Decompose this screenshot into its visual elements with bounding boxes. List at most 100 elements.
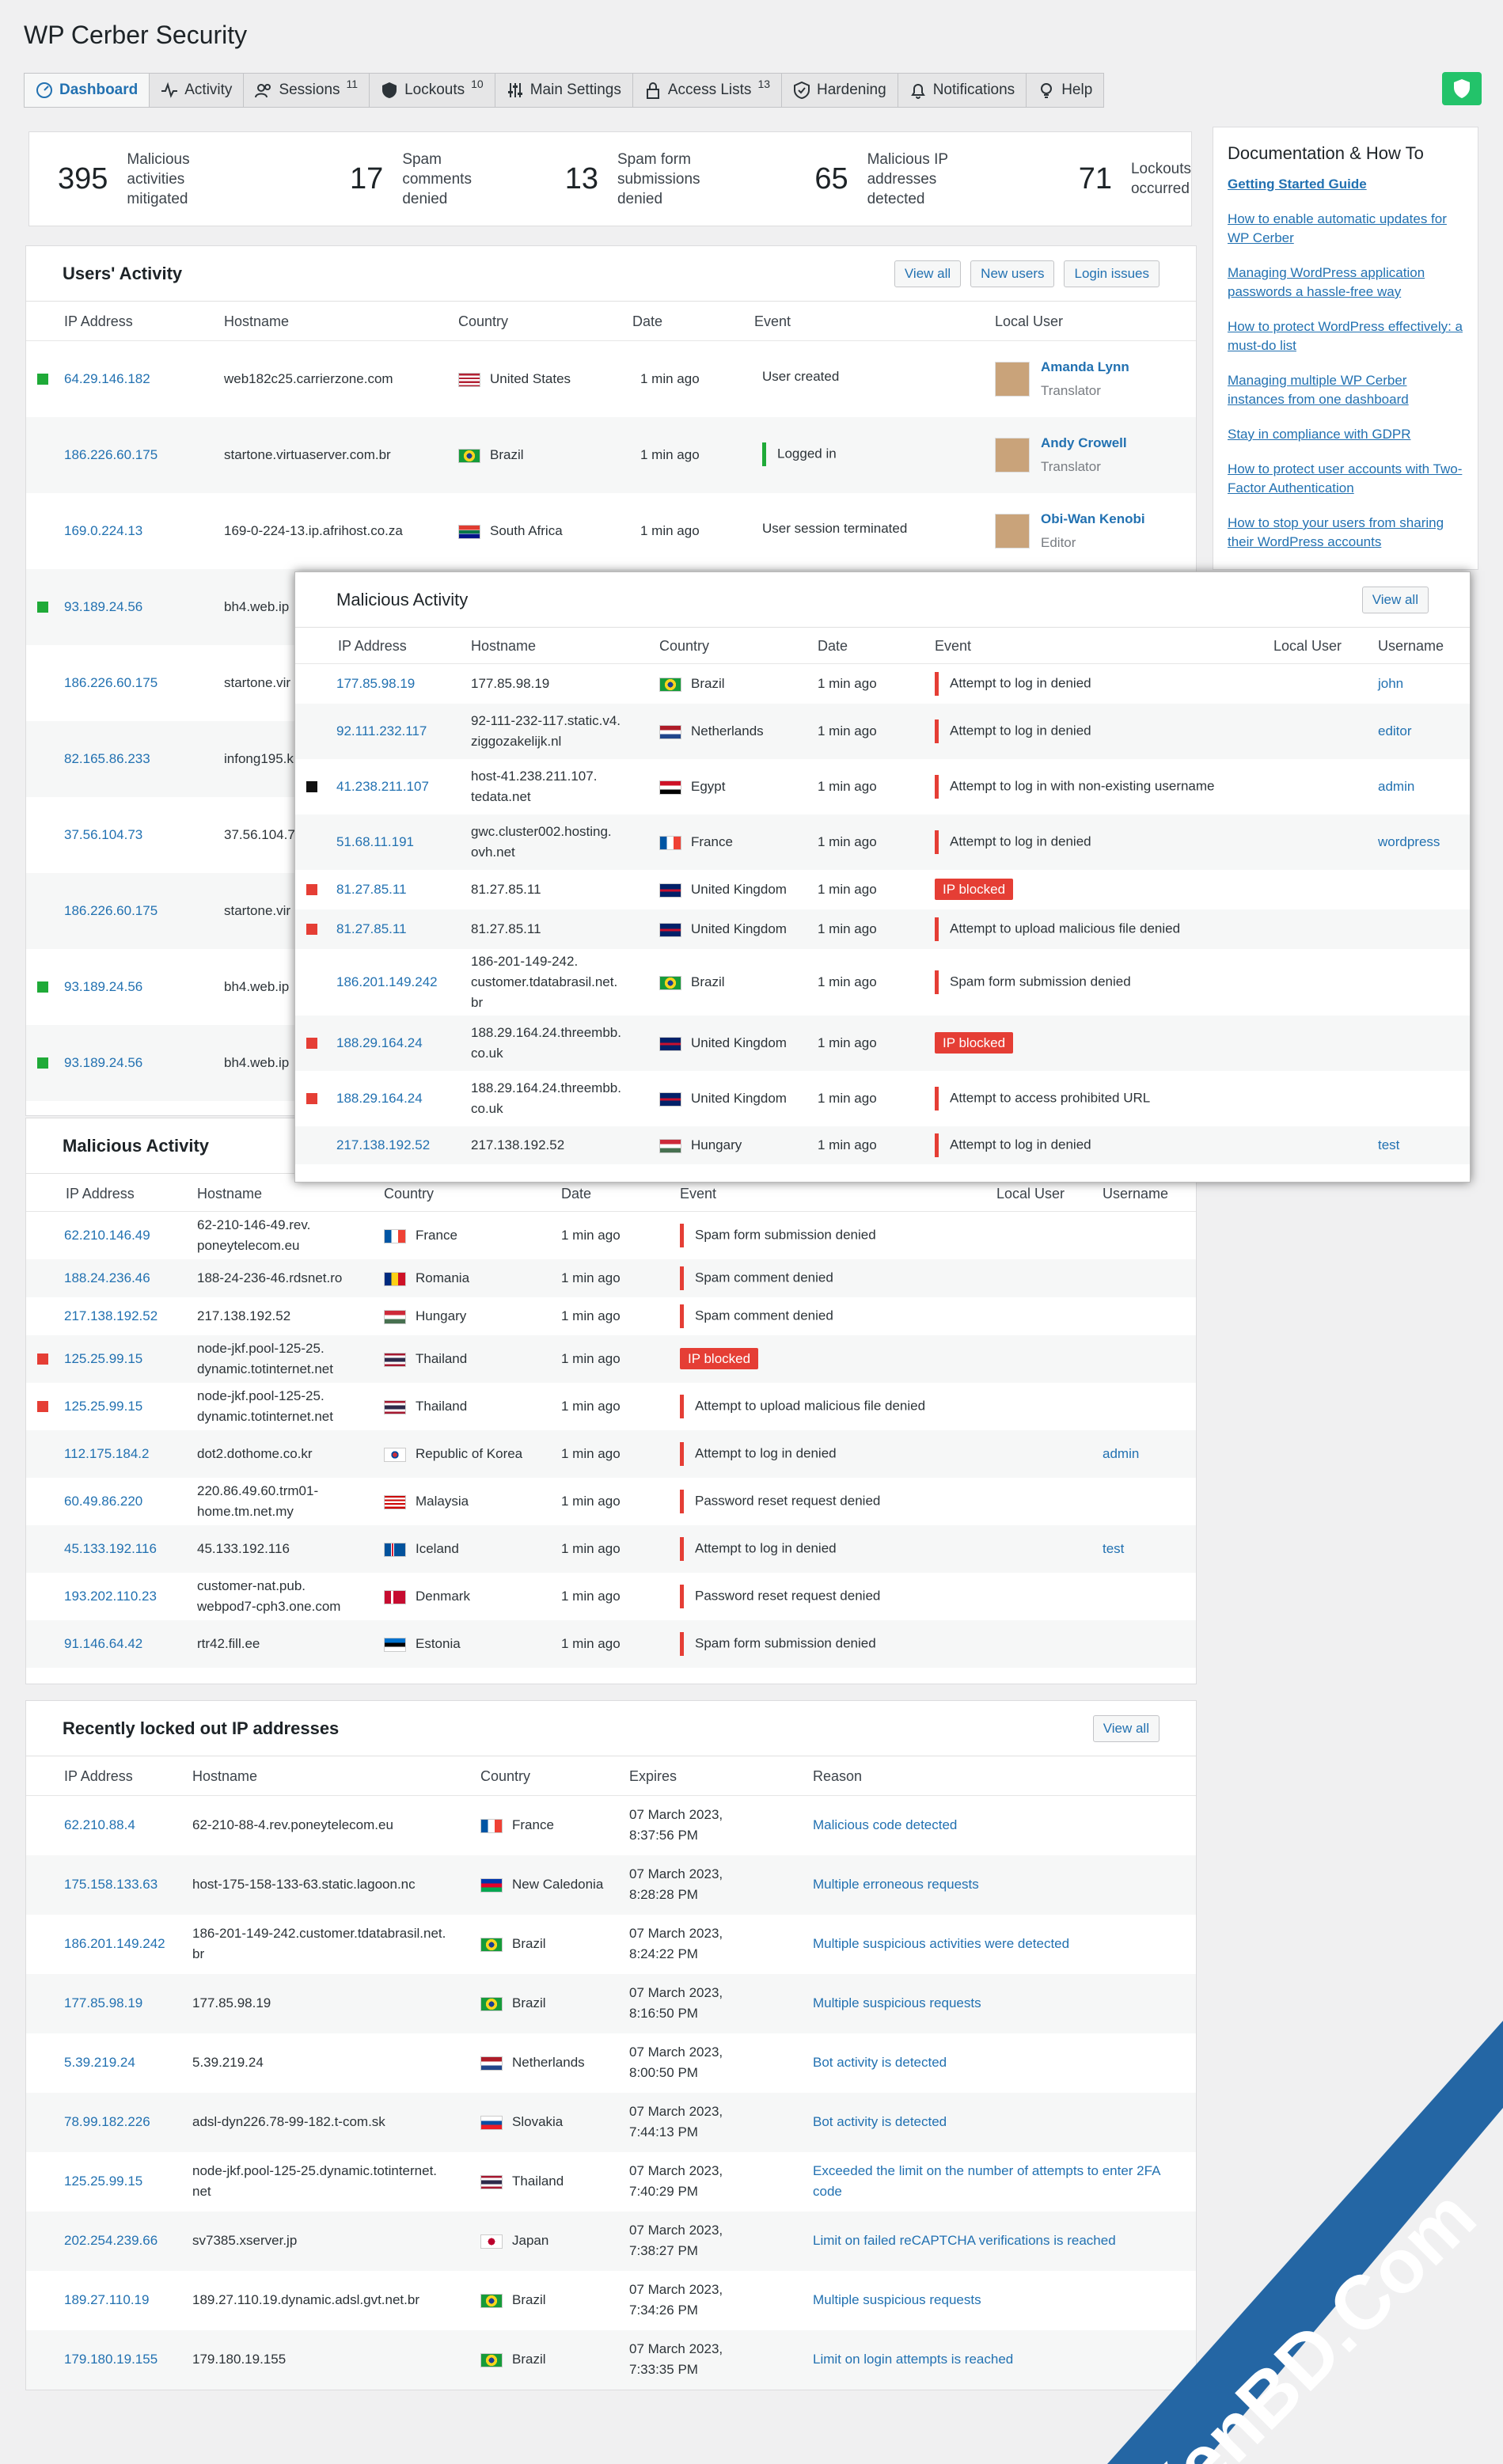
ip-link[interactable]: 125.25.99.15 <box>64 1396 142 1417</box>
ip-link[interactable]: 5.39.219.24 <box>64 2052 135 2073</box>
ip-link[interactable]: 188.29.164.24 <box>336 1088 423 1109</box>
ip-link[interactable]: 186.226.60.175 <box>64 445 158 465</box>
event-bar <box>680 1632 684 1656</box>
ip-link[interactable]: 81.27.85.11 <box>336 919 407 940</box>
tab-sessions[interactable]: Sessions 11 <box>243 73 370 108</box>
tab-help[interactable]: Help <box>1026 73 1105 108</box>
ip-link[interactable]: 93.189.24.56 <box>64 1053 142 1073</box>
ip-link[interactable]: 188.29.164.24 <box>336 1033 423 1054</box>
tab-dashboard[interactable]: Dashboard <box>24 73 150 108</box>
ip-link[interactable]: 169.0.224.13 <box>64 521 142 541</box>
flag-gb-icon <box>659 883 681 898</box>
ip-link[interactable]: 64.29.146.182 <box>64 369 150 389</box>
user-name-link[interactable]: Andy Crowell <box>1041 433 1127 454</box>
doc-link[interactable]: How to enable automatic updates for WP C… <box>1228 210 1463 248</box>
ip-link[interactable]: 37.56.104.73 <box>64 825 142 845</box>
username-link[interactable]: john <box>1378 674 1403 694</box>
username-link[interactable]: admin <box>1378 776 1414 797</box>
country-name: Egypt <box>691 779 726 794</box>
username-link[interactable]: editor <box>1378 721 1412 742</box>
ip-link[interactable]: 177.85.98.19 <box>336 674 415 694</box>
hostname-line: host-175-158-133-63.static.lagoon.nc <box>192 1877 416 1892</box>
doc-link[interactable]: Getting Started Guide <box>1228 175 1463 194</box>
ip-link[interactable]: 179.180.19.155 <box>64 2349 158 2370</box>
ip-link[interactable]: 91.146.64.42 <box>64 1634 142 1654</box>
ip-link[interactable]: 186.226.60.175 <box>64 901 158 921</box>
ip-link[interactable]: 41.238.211.107 <box>336 776 429 797</box>
ip-link[interactable]: 62.210.88.4 <box>64 1815 135 1836</box>
event: Attempt to upload malicious file denied <box>680 1395 925 1418</box>
ip-link[interactable]: 51.68.11.191 <box>336 832 414 852</box>
doc-link[interactable]: Stay in compliance with GDPR <box>1228 425 1463 444</box>
hostname-line: sv7385.xserver.jp <box>192 2233 298 2248</box>
event: Spam form submission denied <box>935 970 1131 994</box>
ip-link[interactable]: 186.226.60.175 <box>64 673 158 693</box>
stat-number: 65 <box>814 161 848 196</box>
user-name-link[interactable]: Amanda Lynn <box>1041 357 1129 378</box>
ip-link[interactable]: 186.201.149.242 <box>336 972 438 993</box>
column-header: Hostname <box>192 1767 258 1784</box>
ip-link[interactable]: 125.25.99.15 <box>64 1349 142 1369</box>
event-bar <box>935 672 939 696</box>
event-bar <box>935 775 939 799</box>
country-name: Brazil <box>512 2352 546 2367</box>
user-name-link[interactable]: Obi-Wan Kenobi <box>1041 509 1145 530</box>
ip-link[interactable]: 125.25.99.15 <box>64 2171 142 2192</box>
overlay-view-all-button[interactable]: View all <box>1361 586 1429 613</box>
ip-link[interactable]: 186.201.149.242 <box>64 1934 165 1954</box>
tab-hardening[interactable]: Hardening <box>781 73 898 108</box>
ip-link[interactable]: 81.27.85.11 <box>336 879 407 900</box>
ip-link[interactable]: 189.27.110.19 <box>64 2290 149 2310</box>
ip-link[interactable]: 62.210.146.49 <box>64 1225 150 1246</box>
country-name: United Kingdom <box>691 1035 787 1050</box>
doc-link[interactable]: How to protect WordPress effectively: a … <box>1228 317 1463 355</box>
hostname: node-jkf.pool-125-25.dynamic.totinternet… <box>192 2161 437 2202</box>
ip-link[interactable]: 112.175.184.2 <box>64 1444 149 1464</box>
date: 1 min ago <box>561 1494 621 1509</box>
login-issues-button[interactable]: Login issues <box>1064 260 1160 287</box>
ip-link[interactable]: 188.24.236.46 <box>64 1268 150 1289</box>
ip-link[interactable]: 82.165.86.233 <box>64 749 150 769</box>
ip-link[interactable]: 78.99.182.226 <box>64 2112 150 2132</box>
lockouts-panel: Recently locked out IP addresses View al… <box>25 1700 1197 2390</box>
view-all-button[interactable]: View all <box>894 260 962 287</box>
table-row: 202.254.239.66 sv7385.xserver.jp Japan 07 M… <box>26 2212 1196 2271</box>
ip-link[interactable]: 217.138.192.52 <box>336 1135 430 1156</box>
username-link[interactable]: test <box>1378 1135 1399 1156</box>
event-text: Attempt to upload malicious file denied <box>695 1398 926 1414</box>
lockouts-view-all-button[interactable]: View all <box>1092 1714 1160 1742</box>
tab-access-lists[interactable]: Access Lists 13 <box>632 73 782 108</box>
expires-date: 07 March 2023, <box>629 2044 723 2060</box>
username-link[interactable]: wordpress <box>1378 832 1440 852</box>
doc-link[interactable]: Managing WordPress application passwords… <box>1228 264 1463 302</box>
tab-notifications[interactable]: Notifications <box>897 73 1027 108</box>
ip-link[interactable]: 60.49.86.220 <box>64 1491 142 1512</box>
column-header: Date <box>632 313 663 329</box>
reason-link[interactable]: Multiple erroneous requests <box>813 1874 1185 1895</box>
reason-link[interactable]: Multiple suspicious activities were dete… <box>813 1934 1185 1954</box>
reason-link[interactable]: Multiple suspicious requests <box>813 1993 1185 2014</box>
stat-item: 71 Lockouts occurred <box>1019 159 1191 199</box>
shield-badge[interactable] <box>1442 72 1482 105</box>
tab-activity[interactable]: Activity <box>149 73 244 108</box>
doc-link[interactable]: How to stop your users from sharing thei… <box>1228 514 1463 552</box>
new-users-button[interactable]: New users <box>970 260 1055 287</box>
ip-link[interactable]: 45.133.192.116 <box>64 1539 157 1559</box>
flag-eg-icon <box>659 780 681 795</box>
reason-link[interactable]: Malicious code detected <box>813 1815 1185 1836</box>
username-link[interactable]: test <box>1103 1539 1124 1559</box>
tab-main-settings[interactable]: Main Settings <box>494 73 632 108</box>
tab-lockouts[interactable]: Lockouts 10 <box>369 73 495 108</box>
doc-link[interactable]: How to protect user accounts with Two-Fa… <box>1228 460 1463 498</box>
ip-link[interactable]: 177.85.98.19 <box>64 1993 142 2014</box>
ip-link[interactable]: 92.111.232.117 <box>336 721 427 742</box>
ip-link[interactable]: 175.158.133.63 <box>64 1874 158 1895</box>
ip-link[interactable]: 193.202.110.23 <box>64 1586 157 1607</box>
doc-link[interactable]: Managing multiple WP Cerber instances fr… <box>1228 371 1463 409</box>
ip-link[interactable]: 93.189.24.56 <box>64 597 142 617</box>
username-link[interactable]: admin <box>1103 1444 1139 1464</box>
watermark-banner: XenBD.Com <box>1107 2021 1503 2464</box>
ip-link[interactable]: 217.138.192.52 <box>64 1306 158 1327</box>
ip-link[interactable]: 202.254.239.66 <box>64 2231 158 2251</box>
ip-link[interactable]: 93.189.24.56 <box>64 977 142 997</box>
